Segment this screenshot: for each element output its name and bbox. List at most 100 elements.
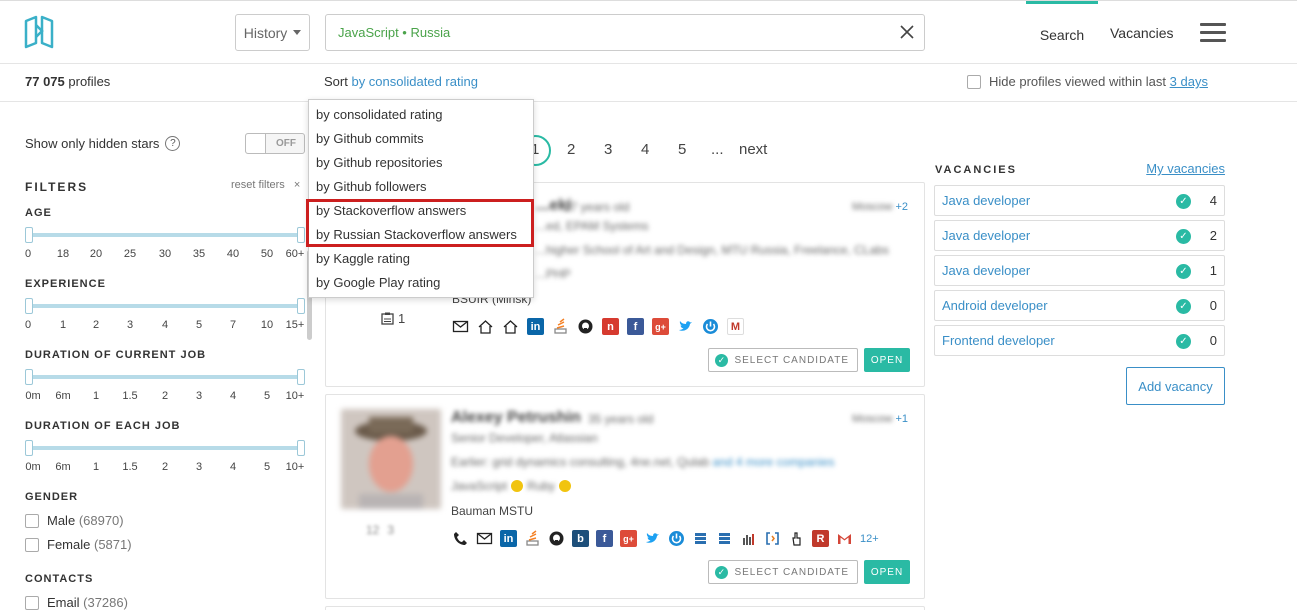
r-icon[interactable]: R [812, 530, 829, 547]
stackoverflow-icon[interactable] [552, 318, 569, 335]
vacancy-item[interactable]: Java developer ✓ 4 [934, 185, 1225, 216]
habr-icon[interactable]: n [602, 318, 619, 335]
nav-vacancies[interactable]: Vacancies [1110, 1, 1174, 65]
check-icon: ✓ [1176, 229, 1191, 244]
page-3[interactable]: 3 [604, 141, 612, 158]
contacts-email-checkbox[interactable] [25, 595, 39, 610]
toggle-knob [246, 134, 266, 153]
sort-option-russian-stackoverflow[interactable]: by Russian Stackoverflow answers [309, 223, 533, 247]
stack-icon[interactable] [716, 530, 733, 547]
sort-option-google-play[interactable]: by Google Play rating [309, 271, 533, 295]
vacancy-item[interactable]: Java developer ✓ 1 [934, 255, 1225, 286]
vacancy-item[interactable]: Frontend developer ✓ 0 [934, 325, 1225, 356]
sort-option-github-repos[interactable]: by Github repositories [309, 151, 533, 175]
google-plus-icon[interactable]: g+ [620, 530, 637, 547]
experience-title: EXPERIENCE [25, 278, 106, 290]
hidden-stars-label: Show only hidden stars [25, 136, 160, 151]
page-4[interactable]: 4 [641, 141, 649, 158]
hidden-stars-toggle[interactable]: OFF [245, 133, 305, 154]
check-icon: ✓ [715, 353, 729, 367]
linkedin-icon[interactable]: in [500, 530, 517, 547]
age-min-handle[interactable] [25, 227, 33, 243]
moikrug-icon[interactable]: M [727, 318, 744, 335]
experience-max-handle[interactable] [297, 298, 305, 314]
current-job-max-handle[interactable] [297, 369, 305, 385]
gender-female-checkbox[interactable] [25, 537, 39, 552]
check-icon: ✓ [715, 565, 729, 579]
my-vacancies-link[interactable]: My vacancies [1146, 161, 1225, 176]
logo-icon[interactable] [22, 15, 56, 49]
vacancy-item[interactable]: Java developer ✓ 2 [934, 220, 1225, 251]
select-candidate-button[interactable]: ✓ SELECT CANDIDATE [708, 560, 858, 584]
vacancy-item[interactable]: Android developer ✓ 0 [934, 290, 1225, 321]
age-max-handle[interactable] [297, 227, 305, 243]
gender-title: GENDER [25, 491, 79, 503]
phone-icon[interactable] [452, 530, 469, 547]
add-vacancy-button[interactable]: Add vacancy [1126, 367, 1225, 405]
twitter-icon[interactable] [644, 530, 661, 547]
page-5[interactable]: 5 [678, 141, 686, 158]
close-icon[interactable] [898, 23, 916, 41]
sort-dropdown-toggle[interactable]: by consolidated rating [351, 74, 477, 89]
mail-icon[interactable] [452, 318, 469, 335]
experience-slider[interactable] [29, 304, 301, 308]
candidate-card[interactable]: Alexey Petrushin 35 years old Moscow +1 … [325, 394, 925, 599]
help-icon[interactable]: ? [165, 136, 181, 151]
hide-viewed-checkbox[interactable] [967, 74, 981, 89]
bitbucket-icon[interactable]: b [572, 530, 589, 547]
hide-days-link[interactable]: 3 days [1170, 74, 1208, 89]
mail-icon[interactable] [476, 530, 493, 547]
code-icon[interactable] [764, 530, 781, 547]
sort-option-github-followers[interactable]: by Github followers [309, 175, 533, 199]
each-job-slider[interactable] [29, 446, 301, 450]
contacts-email-option[interactable]: Email (37286) [25, 595, 128, 610]
history-dropdown[interactable]: History [235, 14, 310, 51]
close-icon[interactable]: × [294, 179, 300, 191]
open-button[interactable]: OPEN [864, 560, 910, 584]
hand-icon[interactable] [788, 530, 805, 547]
facebook-icon[interactable]: f [627, 318, 644, 335]
gmail-icon[interactable] [836, 530, 853, 547]
select-candidate-button[interactable]: ✓ SELECT CANDIDATE [708, 348, 858, 372]
stack-icon[interactable] [692, 530, 709, 547]
sort-option-consolidated[interactable]: by consolidated rating [309, 103, 533, 127]
bars-icon[interactable] [740, 530, 757, 547]
home-icon[interactable] [477, 318, 494, 335]
age-slider[interactable] [29, 233, 301, 237]
gender-male-checkbox[interactable] [25, 513, 39, 528]
search-input[interactable]: JavaScript • Russia [325, 14, 925, 51]
google-plus-icon[interactable]: g+ [652, 318, 669, 335]
linkedin-icon[interactable]: in [527, 318, 544, 335]
page-2[interactable]: 2 [567, 141, 575, 158]
facebook-icon[interactable]: f [596, 530, 613, 547]
stackoverflow-icon[interactable] [524, 530, 541, 547]
profiles-number: 77 075 [25, 74, 65, 89]
nav-search[interactable]: Search [1026, 1, 1098, 65]
reset-filters-link[interactable]: reset filters × [231, 179, 300, 191]
each-job-max-handle[interactable] [297, 440, 305, 456]
github-icon[interactable] [577, 318, 594, 335]
profiles-count: 77 075 profiles [25, 74, 110, 89]
gender-female-option[interactable]: Female (5871) [25, 537, 132, 552]
twitter-icon[interactable] [677, 318, 694, 335]
current-job-slider[interactable] [29, 375, 301, 379]
github-icon[interactable] [548, 530, 565, 547]
sort-option-github-commits[interactable]: by Github commits [309, 127, 533, 151]
gender-male-option[interactable]: Male (68970) [25, 513, 124, 528]
open-button[interactable]: OPEN [864, 348, 910, 372]
candidate-name[interactable]: Alexey Petrushin [451, 409, 581, 427]
sort-option-stackoverflow[interactable]: by Stackoverflow answers [309, 199, 533, 223]
experience-min-handle[interactable] [25, 298, 33, 314]
current-job-min-handle[interactable] [25, 369, 33, 385]
sort-option-kaggle[interactable]: by Kaggle rating [309, 247, 533, 271]
candidate-card[interactable] [325, 606, 925, 610]
more-icons-link[interactable]: 12+ [860, 533, 879, 545]
next-page-link[interactable]: next [739, 141, 767, 158]
avatar[interactable] [341, 409, 441, 509]
home-icon[interactable] [502, 318, 519, 335]
each-job-min-handle[interactable] [25, 440, 33, 456]
power-icon[interactable] [702, 318, 719, 335]
power-icon[interactable] [668, 530, 685, 547]
menu-icon[interactable] [1200, 23, 1226, 43]
card-badge: 1 [381, 311, 405, 326]
